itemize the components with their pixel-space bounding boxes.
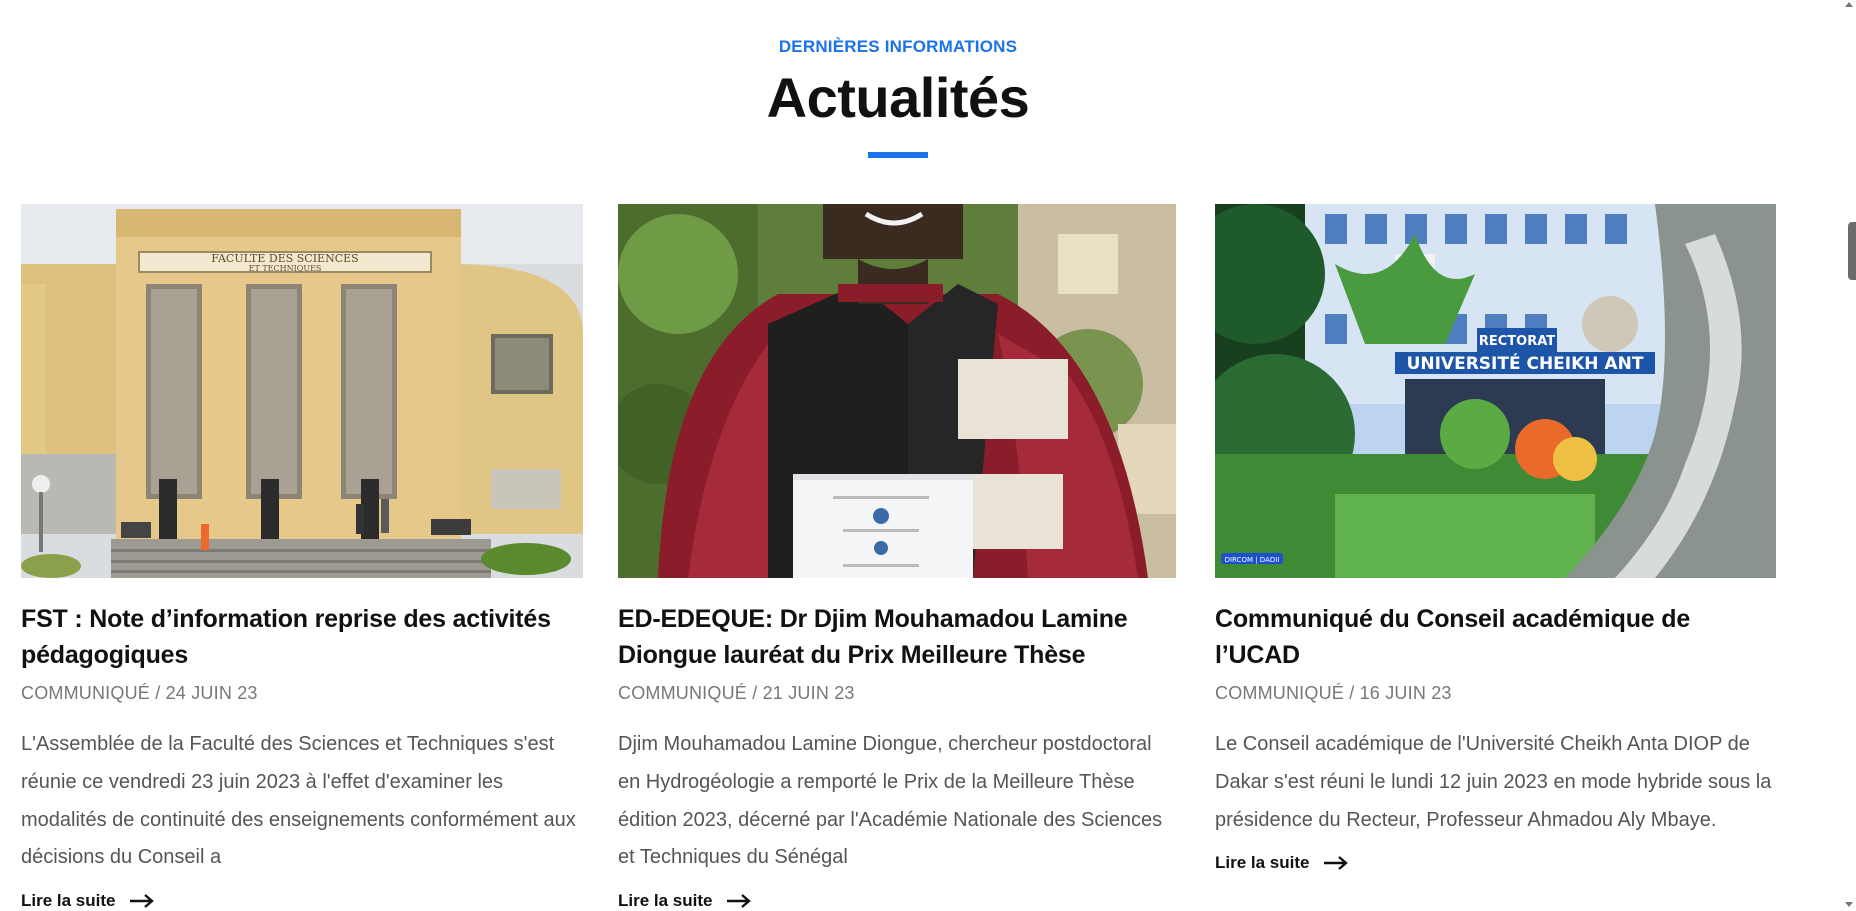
news-card-ed-edeque: ED-EDEQUE: Dr Djim Mouhamadou Lamine Dio… [618,204,1178,911]
scroll-up-arrow-icon[interactable] [1845,2,1853,7]
read-more-label: Lire la suite [618,891,713,911]
arrow-right-icon [130,894,155,909]
rectorat-image: RECTORAT UNIVERSITÉ CHEIKH ANT DIRCOM | … [1215,204,1776,578]
rectorat-sign-main: UNIVERSITÉ CHEIKH ANT [1407,352,1644,374]
section-title: Actualités [766,66,1030,129]
scroll-down-arrow-icon[interactable] [1845,902,1853,907]
news-card-conseil: RECTORAT UNIVERSITÉ CHEIKH ANT DIRCOM | … [1215,204,1777,873]
scrollbar-thumb[interactable] [1848,222,1856,280]
read-more-link-fst[interactable]: Lire la suite [21,891,155,911]
news-card-title-fst[interactable]: FST : Note d’information reprise des act… [21,601,583,673]
fst-building-image: FACULTE DES SCIENCES ET TECHNIQUES [21,204,583,578]
news-card-excerpt-ed-edeque: Djim Mouhamadou Lamine Diongue, chercheu… [618,733,1163,869]
section-kicker: DERNIÈRES INFORMATIONS [778,37,1018,56]
news-card-image-ed-edeque[interactable] [618,204,1176,578]
image-credit-label: DIRCOM | DADII [1225,556,1280,564]
news-card-meta-fst: COMMUNIQUÉ / 24 JUIN 23 [21,683,258,703]
news-card-image-conseil[interactable]: RECTORAT UNIVERSITÉ CHEIKH ANT DIRCOM | … [1215,204,1776,578]
fst-sign-line2: ET TECHNIQUES [249,264,322,273]
news-card-meta-ed-edeque: COMMUNIQUÉ / 21 JUIN 23 [618,683,855,703]
news-card-fst: FACULTE DES SCIENCES ET TECHNIQUES FST:… [21,204,583,911]
arrow-right-icon [1324,856,1349,871]
page-scrollbar[interactable] [1842,0,1856,909]
read-more-label: Lire la suite [1215,853,1310,873]
news-card-excerpt-conseil: Le Conseil académique de l'Université Ch… [1215,733,1772,831]
news-card-title-conseil[interactable]: Communiqué du Conseil académique de l’UC… [1215,601,1777,673]
read-more-link-conseil[interactable]: Lire la suite [1215,853,1349,873]
news-card-meta-conseil: COMMUNIQUÉ / 16 JUIN 23 [1215,683,1452,703]
rectorat-sign-top: RECTORAT [1479,334,1555,349]
arrow-right-icon [727,894,752,909]
title-underline [868,152,928,158]
graduate-image [618,204,1176,578]
news-card-image-fst[interactable]: FACULTE DES SCIENCES ET TECHNIQUES [21,204,583,578]
news-card-title-ed-edeque[interactable]: ED-EDEQUE: Dr Djim Mouhamadou Lamine Dio… [618,601,1178,673]
read-more-label: Lire la suite [21,891,116,911]
news-card-excerpt-fst: L'Assemblée de la Faculté des Sciences e… [21,733,576,869]
read-more-link-ed-edeque[interactable]: Lire la suite [618,891,752,911]
